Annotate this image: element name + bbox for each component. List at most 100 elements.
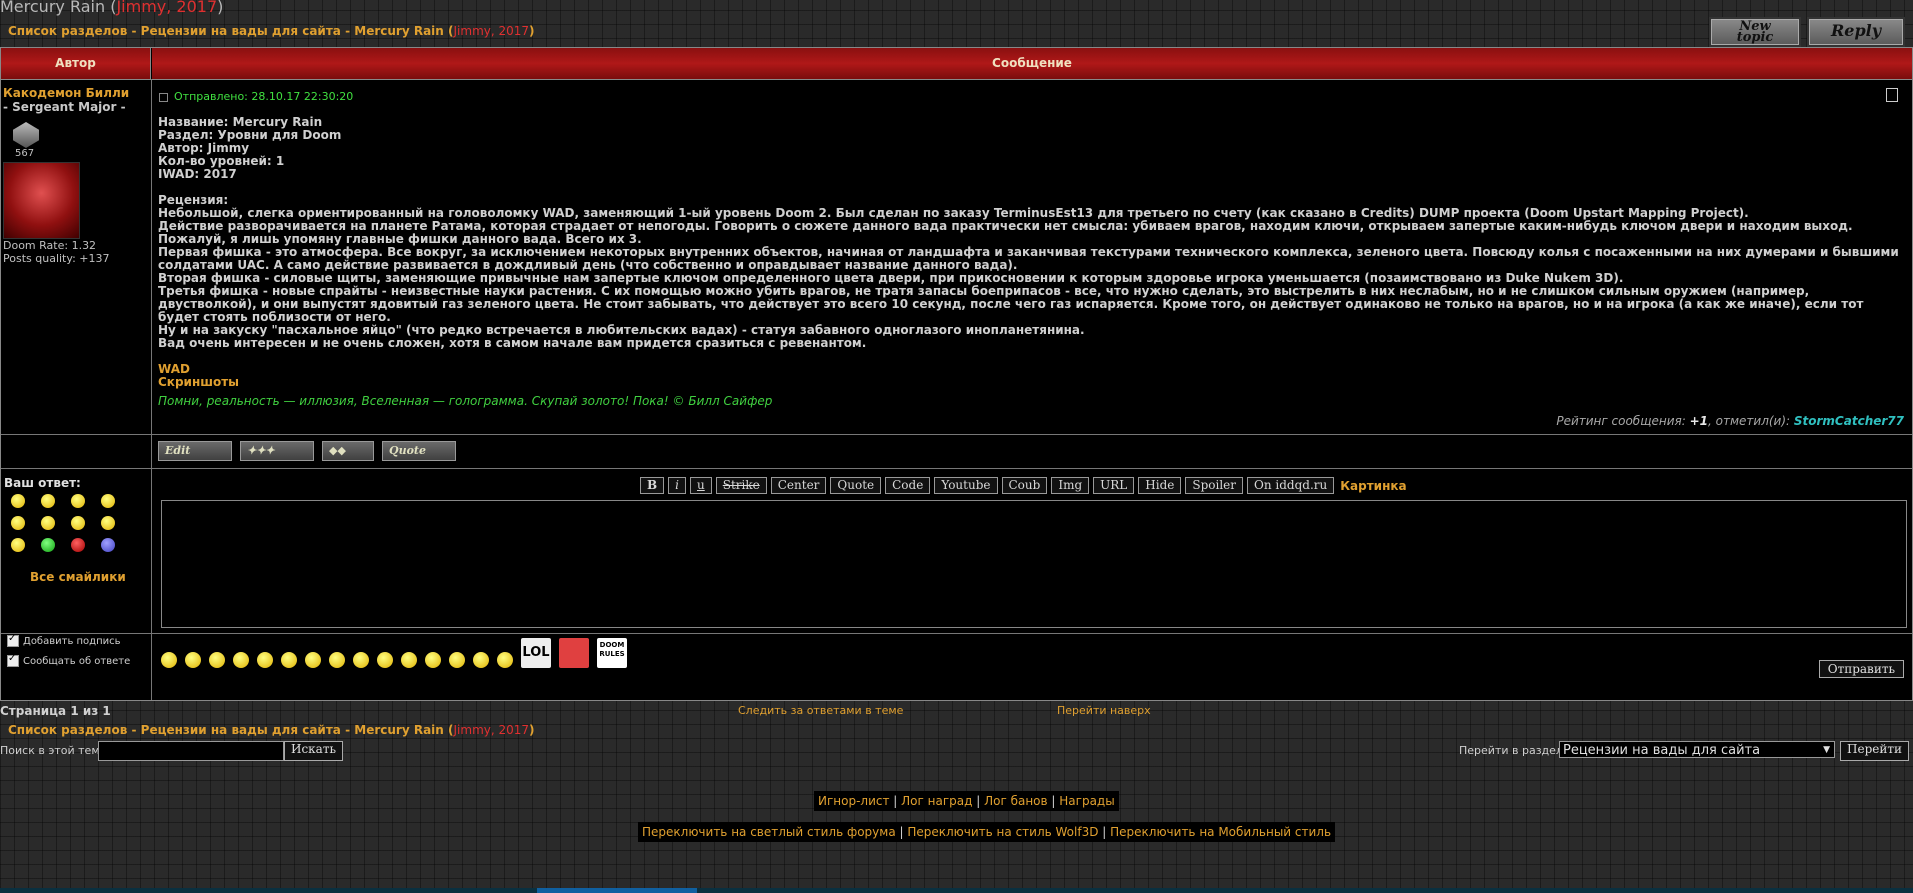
smiley-icon[interactable]	[71, 516, 85, 530]
emoticon-icon[interactable]	[185, 652, 201, 668]
avatar[interactable]	[3, 162, 80, 239]
picture-link[interactable]: Картинка	[1340, 479, 1406, 493]
jump-button[interactable]: Перейти	[1840, 741, 1909, 761]
spoiler-button[interactable]: Spoiler	[1185, 477, 1243, 494]
to-top-link[interactable]: Перейти наверх	[1057, 704, 1151, 717]
center-button[interactable]: Center	[770, 477, 827, 494]
emoticon-icon[interactable]	[449, 652, 465, 668]
coub-button[interactable]: Coub	[1001, 477, 1048, 494]
notify-option[interactable]: Сообщать об ответе	[7, 651, 130, 671]
reply-button[interactable]: Reply	[1807, 17, 1905, 47]
breadcrumb-topic[interactable]: Mercury Rain	[354, 723, 444, 737]
add-signature-option[interactable]: Добавить подпись	[7, 631, 130, 651]
emoticon-icon[interactable]	[257, 652, 273, 668]
mobile-style-link[interactable]: Переключить на Мобильный стиль	[1110, 825, 1331, 839]
breadcrumb-sep: -	[340, 723, 355, 737]
smiley-icon[interactable]	[11, 516, 25, 530]
separator: |	[889, 794, 902, 808]
underline-button[interactable]: u	[690, 477, 712, 494]
red-sign-icon[interactable]	[559, 638, 589, 668]
emoticon-icon[interactable]	[425, 652, 441, 668]
awards-log-link[interactable]: Лог наград	[901, 794, 972, 808]
emoticon-icon[interactable]	[353, 652, 369, 668]
img-button[interactable]: Img	[1051, 477, 1090, 494]
smiley-icon[interactable]	[41, 494, 55, 508]
smiley-icon[interactable]	[101, 516, 115, 530]
italic-button[interactable]: i	[668, 477, 686, 494]
smiley-icon[interactable]	[41, 538, 55, 552]
author-info: Какодемон Билли - Sergeant Major - 567 D…	[3, 86, 149, 265]
smiley-icon[interactable]	[101, 538, 115, 552]
breadcrumb: Список разделов - Рецензии на вады для с…	[8, 24, 535, 38]
doom-rules-icon[interactable]: DOOM RULES	[597, 638, 627, 668]
emoticon-icon[interactable]	[473, 652, 489, 668]
reply-textarea[interactable]	[161, 500, 1907, 628]
emoticon-icon[interactable]	[401, 652, 417, 668]
follow-topic-link[interactable]: Следить за ответами в теме	[738, 704, 903, 717]
post-body: Название: Mercury Rain Раздел: Уровни дл…	[158, 116, 1903, 389]
code-button[interactable]: Code	[885, 477, 931, 494]
footer-links: Игнор-лист | Лог наград | Лог банов | На…	[814, 791, 1119, 811]
breadcrumb-paren: )	[529, 723, 535, 737]
wolf3d-style-link[interactable]: Переключить на стиль Wolf3D	[907, 825, 1098, 839]
emoticon-icon[interactable]	[233, 652, 249, 668]
screenshots-link[interactable]: Скриншоты	[158, 376, 1903, 389]
smiley-panel	[11, 494, 141, 552]
post-actions: Edit ✦✦✦ ◆◆ Quote	[158, 441, 456, 461]
style-switch-links: Переключить на светлый стиль форума | Пе…	[638, 822, 1336, 842]
topic-title: Mercury Rain (Jimmy, 2017)	[0, 0, 223, 16]
author-name[interactable]: Какодемон Билли	[3, 86, 149, 100]
bans-log-link[interactable]: Лог банов	[984, 794, 1048, 808]
rating-value: +1	[1689, 414, 1709, 428]
youtube-button[interactable]: Youtube	[934, 477, 998, 494]
light-style-link[interactable]: Переключить на светлый стиль форума	[642, 825, 896, 839]
rating-user[interactable]: StormCatcher77	[1794, 414, 1904, 428]
emoticon-icon[interactable]	[161, 652, 177, 668]
posts-quality: Posts quality: +137	[3, 252, 110, 265]
quote-button[interactable]: Quote	[382, 441, 456, 461]
trash-icon[interactable]	[1886, 88, 1898, 102]
jump-select[interactable]: Рецензии на вады для сайта ▼	[1559, 741, 1835, 758]
emoticon-icon[interactable]	[497, 652, 513, 668]
breadcrumb-topic[interactable]: Mercury Rain	[354, 24, 444, 38]
iddqd-button[interactable]: On iddqd.ru	[1247, 477, 1335, 494]
bold-button[interactable]: B	[640, 477, 665, 494]
new-topic-button[interactable]: New topic	[1709, 17, 1801, 47]
strike-button[interactable]: Strike	[715, 477, 767, 494]
smiley-icon[interactable]	[11, 538, 25, 552]
action-button[interactable]: ◆◆	[322, 441, 374, 461]
wad-link[interactable]: WAD	[158, 363, 1903, 376]
awards-link[interactable]: Награды	[1059, 794, 1114, 808]
notify-checkbox[interactable]	[7, 653, 19, 667]
url-button[interactable]: URL	[1093, 477, 1135, 494]
add-signature-checkbox[interactable]	[7, 633, 19, 647]
smiley-icon[interactable]	[101, 494, 115, 508]
emoticon-icon[interactable]	[281, 652, 297, 668]
quote-tag-button[interactable]: Quote	[830, 477, 882, 494]
smiley-icon[interactable]	[41, 516, 55, 530]
breadcrumb-section[interactable]: Рецензии на вады для сайта	[141, 723, 341, 737]
ignore-list-link[interactable]: Игнор-лист	[818, 794, 889, 808]
search-button[interactable]: Искать	[284, 741, 344, 761]
smiley-icon[interactable]	[11, 494, 25, 508]
emoticon-icon[interactable]	[209, 652, 225, 668]
action-button[interactable]: ✦✦✦	[240, 441, 314, 461]
breadcrumb-section[interactable]: Рецензии на вады для сайта	[141, 24, 341, 38]
send-button[interactable]: Отправить	[1818, 660, 1904, 678]
breadcrumb-sections[interactable]: Список разделов	[8, 723, 127, 737]
edit-button[interactable]: Edit	[158, 441, 232, 461]
emoticon-icon[interactable]	[329, 652, 345, 668]
lol-sign-icon[interactable]: LOL	[521, 638, 551, 668]
hide-button[interactable]: Hide	[1138, 477, 1182, 494]
jump-label: Перейти в раздел:	[1459, 744, 1567, 757]
search-input[interactable]	[98, 741, 284, 761]
emoticon-icon[interactable]	[305, 652, 321, 668]
breadcrumb-sections[interactable]: Список разделов	[8, 24, 127, 38]
emoticon-icon[interactable]	[377, 652, 393, 668]
smiley-icon[interactable]	[71, 494, 85, 508]
all-smileys-link[interactable]: Все смайлики	[30, 570, 126, 584]
review-paragraph: Первая фишка - это атмосфера. Все вокруг…	[158, 245, 1899, 272]
smiley-icon[interactable]	[71, 538, 85, 552]
breadcrumb-paren: (	[443, 723, 454, 737]
